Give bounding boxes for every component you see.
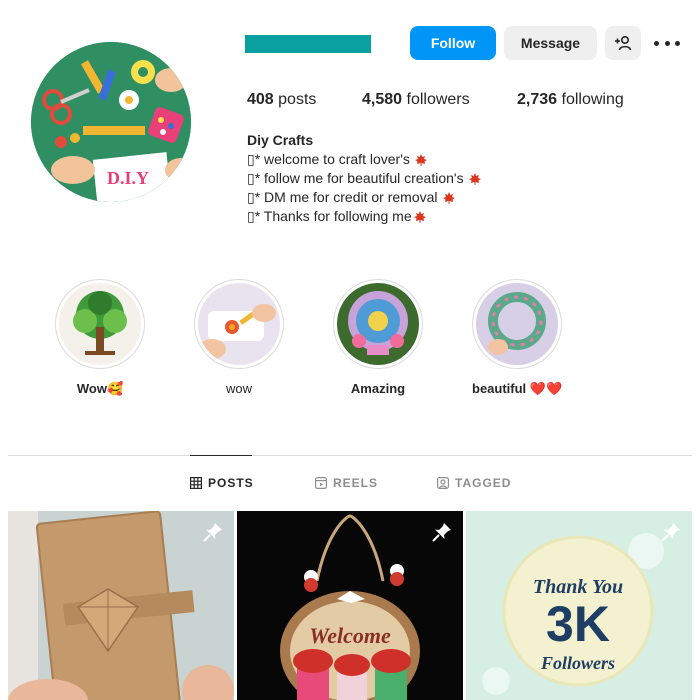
reels-icon (315, 477, 327, 489)
tab-reels[interactable]: REELS (315, 476, 378, 490)
bio-line: ▯* Thanks for following me (247, 208, 427, 225)
following-count-value: 2,736 (517, 91, 558, 108)
post-thumbnail[interactable] (8, 511, 234, 700)
post-line2: 3K (546, 596, 610, 652)
tab-posts-label: POSTS (208, 476, 254, 490)
followers-count-value: 4,580 (362, 91, 403, 108)
tagged-icon (437, 477, 449, 489)
grid-icon (190, 477, 202, 489)
maple-leaf-icon (413, 210, 426, 223)
posts-count: 408 posts (247, 91, 316, 109)
posts-count-label: posts (273, 91, 317, 108)
following-count-label: following (557, 91, 624, 108)
highlight-amazing[interactable]: Amazing (333, 279, 423, 396)
highlight-thumbnail (198, 283, 280, 365)
bio-line: ▯* welcome to craft lover's (247, 151, 428, 168)
tab-reels-label: REELS (333, 476, 379, 490)
post-image-welcome-sign: Welcome (237, 511, 463, 700)
pin-icon (203, 523, 222, 542)
sign-text: Welcome (309, 623, 391, 648)
more-options-icon[interactable] (654, 32, 680, 54)
maple-leaf-icon (442, 191, 455, 204)
highlight-thumbnail (59, 283, 141, 365)
add-user-button[interactable] (605, 26, 641, 60)
tab-posts[interactable]: POSTS (190, 476, 254, 490)
message-button[interactable]: Message (504, 26, 597, 60)
followers-count[interactable]: 4,580 followers (362, 91, 470, 109)
avatar-diy-text: D.I.Y (107, 168, 149, 188)
highlight-ring (194, 279, 284, 369)
bio-line: ▯* DM me for credit or removal (247, 189, 456, 206)
highlight-thumbnail (476, 283, 558, 365)
add-user-icon (615, 35, 632, 51)
username-redaction-bar (245, 35, 371, 53)
highlight-label: wow (225, 381, 252, 396)
pin-icon (432, 523, 451, 542)
post-line1: Thank You (533, 576, 623, 598)
highlight-ring (333, 279, 423, 369)
highlight-wow-tree[interactable]: Wow🥰 (55, 279, 145, 397)
tab-tagged-label: TAGGED (455, 476, 512, 490)
active-tab-indicator (190, 455, 252, 456)
post-image-kraft-journal (8, 511, 234, 700)
highlight-thumbnail (337, 283, 419, 365)
bio-line-text: ▯* welcome to craft lover's (247, 151, 410, 167)
tabs-divider (8, 455, 692, 456)
highlight-label: Wow🥰 (76, 381, 124, 396)
highlight-label: Amazing (350, 381, 406, 396)
profile-avatar[interactable]: D.I.Y (31, 42, 191, 202)
bio-line-text: ▯* DM me for credit or removal (247, 189, 438, 205)
highlight-label: beautiful ❤️❤️ (472, 381, 563, 396)
avatar-artwork: D.I.Y (31, 42, 191, 202)
followers-count-label: followers (402, 91, 470, 108)
post-image-thank-you-3k: Thank You 3K Followers (466, 511, 692, 700)
maple-leaf-icon (414, 153, 427, 166)
bio-line-text: ▯* Thanks for following me (247, 208, 412, 224)
post-thumbnail[interactable]: Thank You 3K Followers (466, 511, 692, 700)
highlight-ring (55, 279, 145, 369)
highlight-ring (472, 279, 562, 369)
post-line3: Followers (540, 653, 615, 673)
bio-line: ▯* follow me for beautiful creation's (247, 170, 482, 187)
maple-leaf-icon (468, 172, 481, 185)
highlight-beautiful[interactable]: beautiful ❤️❤️ (472, 279, 562, 397)
post-thumbnail[interactable]: Welcome (237, 511, 463, 700)
posts-count-value: 408 (247, 91, 274, 108)
bio-name: Diy Crafts (247, 132, 314, 148)
pin-icon (661, 523, 680, 542)
highlight-wow[interactable]: wow (194, 279, 284, 396)
following-count[interactable]: 2,736 following (517, 91, 624, 109)
tab-tagged[interactable]: TAGGED (437, 476, 511, 490)
bio-line-text: ▯* follow me for beautiful creation's (247, 170, 464, 186)
follow-button[interactable]: Follow (410, 26, 496, 60)
